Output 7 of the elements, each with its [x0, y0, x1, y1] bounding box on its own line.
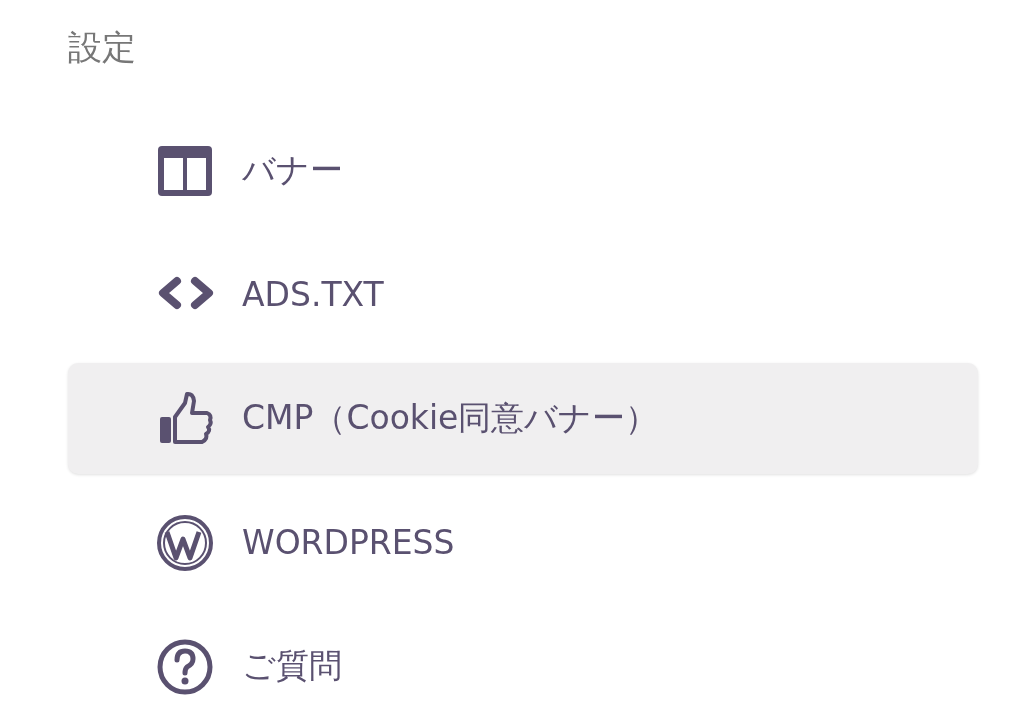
menu-item[interactable]: WORDPRESS — [68, 487, 978, 598]
menu-item[interactable]: ご質問 — [68, 611, 978, 705]
section-heading: 設定 — [68, 26, 137, 69]
menu-item[interactable]: ADS.TXT — [68, 239, 978, 350]
menu-item[interactable]: CMP（Cookie同意バナー） — [68, 363, 978, 474]
menu-item[interactable]: バナー — [68, 115, 978, 226]
circle-logo-icon — [155, 512, 215, 573]
